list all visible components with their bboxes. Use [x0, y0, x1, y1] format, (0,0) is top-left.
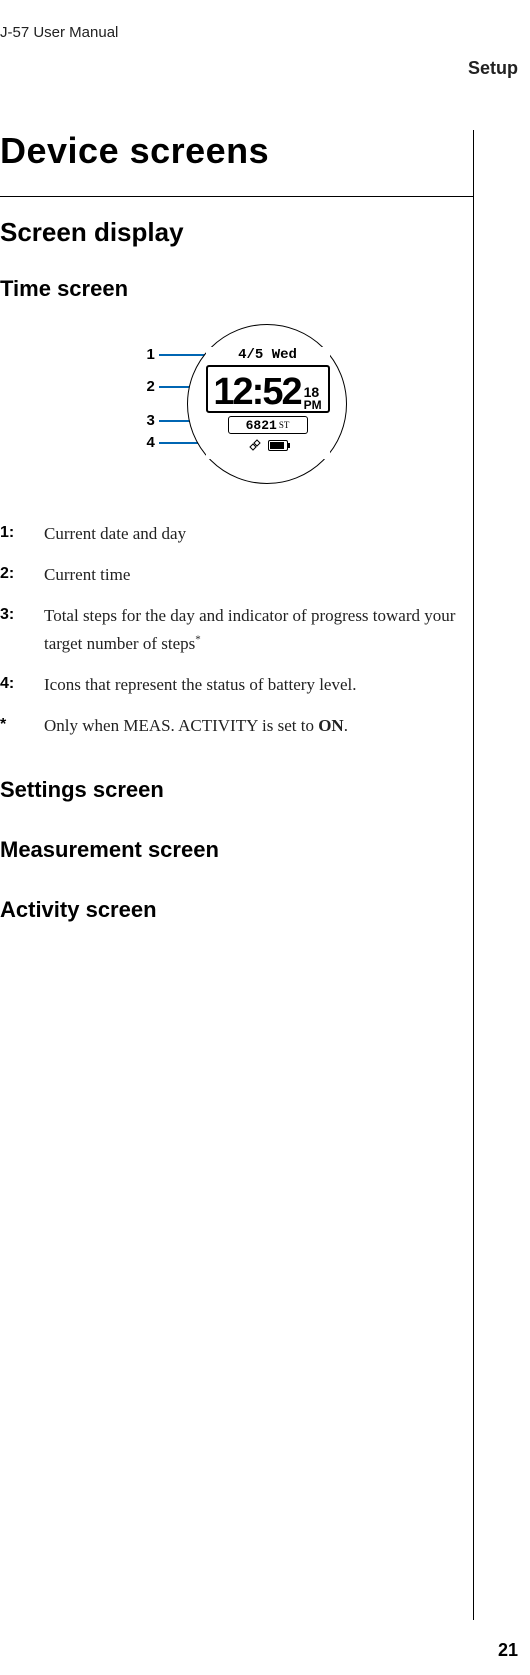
legend-item-2: 2: Current time: [0, 561, 473, 588]
watch-seconds: 18: [304, 385, 322, 399]
legend-num: 3:: [0, 602, 44, 656]
header-product-manual: J-57 User Manual: [0, 24, 118, 41]
satellite-icon: [248, 438, 262, 452]
watch-ampm: PM: [304, 399, 322, 411]
section-measurement-screen: Measurement screen: [0, 837, 473, 863]
legend-num: 2:: [0, 561, 44, 588]
section-time-screen: Time screen: [0, 276, 473, 302]
legend-item-1: 1: Current date and day: [0, 520, 473, 547]
callout-1-label: 1: [147, 346, 155, 363]
header-section: Setup: [468, 58, 518, 79]
section-settings-screen: Settings screen: [0, 777, 473, 803]
watch-time-box: 12:52 18 PM: [206, 365, 330, 413]
callout-2-label: 2: [147, 378, 155, 395]
watch-steps: 6821: [246, 418, 277, 433]
watch-screen: 4/5 Wed 12:52 18 PM 6821 ST: [206, 347, 330, 459]
legend-text: Total steps for the day and indicator of…: [44, 602, 473, 656]
callout-3-label: 3: [147, 412, 155, 429]
section-activity-screen: Activity screen: [0, 897, 473, 923]
watch-status-icons: [206, 438, 330, 452]
watch-time: 12:52: [213, 373, 300, 411]
watch-face: 4/5 Wed 12:52 18 PM 6821 ST: [187, 324, 347, 484]
divider: [0, 196, 473, 197]
legend-item-4: 4: Icons that represent the status of ba…: [0, 671, 473, 698]
legend-num: 1:: [0, 520, 44, 547]
legend-footnote: * Only when MEAS. ACTIVITY is set to ON.: [0, 712, 473, 739]
legend-text: Only when MEAS. ACTIVITY is set to ON.: [44, 712, 348, 739]
watch-date: 4/5 Wed: [206, 347, 330, 363]
legend-text: Current time: [44, 561, 130, 588]
page-content: Device screens Screen display Time scree…: [0, 130, 474, 1620]
watch-illustration: 1 2 3 4 4/5 Wed 12:52 18 PM: [0, 324, 473, 484]
watch-steps-unit: ST: [279, 420, 290, 430]
legend-text: Current date and day: [44, 520, 186, 547]
legend-item-3: 3: Total steps for the day and indicator…: [0, 602, 473, 656]
legend-num: *: [0, 712, 44, 739]
page-number: 21: [498, 1640, 518, 1661]
page-title: Device screens: [0, 130, 473, 172]
section-screen-display: Screen display: [0, 217, 473, 248]
battery-icon: [268, 440, 288, 451]
callout-4-label: 4: [147, 434, 155, 451]
watch-steps-box: 6821 ST: [228, 416, 308, 434]
legend-text: Icons that represent the status of batte…: [44, 671, 357, 698]
legend-num: 4:: [0, 671, 44, 698]
legend: 1: Current date and day 2: Current time …: [0, 520, 473, 739]
